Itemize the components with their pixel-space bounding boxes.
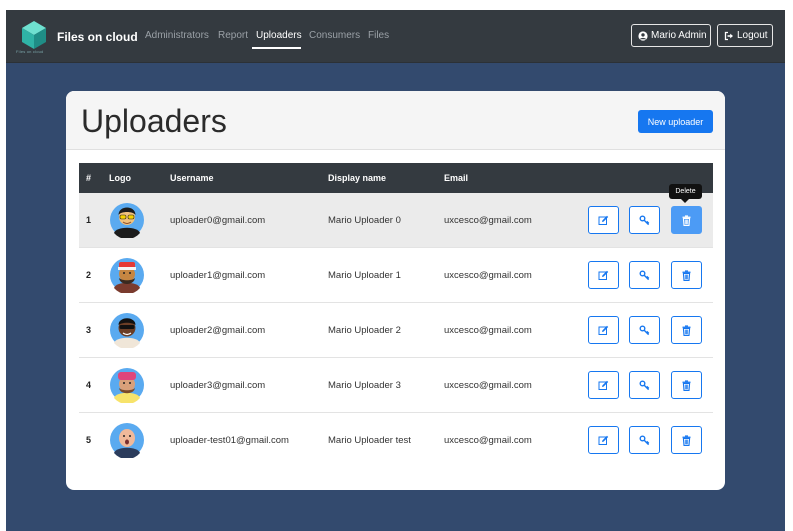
logo-caption: Files on cloud — [16, 49, 44, 54]
uploaders-card: Uploaders New uploader # Logo Username D… — [66, 91, 725, 490]
card-header: Uploaders New uploader — [66, 91, 725, 150]
avatar — [109, 422, 145, 458]
row-number: 2 — [86, 270, 92, 280]
edit-button[interactable] — [588, 426, 619, 454]
key-icon — [639, 380, 650, 391]
table-row: 5 uploader-test01@gmail.com Mario Upload… — [79, 413, 713, 468]
logout-button[interactable]: Logout — [717, 24, 773, 47]
display-name-cell: Mario Uploader test — [328, 435, 411, 446]
nav-link-consumers[interactable]: Consumers — [309, 30, 360, 41]
reset-password-button[interactable] — [629, 316, 660, 344]
delete-button[interactable] — [671, 426, 702, 454]
display-name-cell: Mario Uploader 1 — [328, 270, 401, 281]
column-header-number: # — [86, 173, 92, 183]
delete-button[interactable] — [671, 206, 702, 234]
nav-link-uploaders[interactable]: Uploaders — [256, 30, 302, 41]
nav-link-administrators[interactable]: Administrators — [145, 30, 209, 41]
display-name-cell: Mario Uploader 2 — [328, 325, 401, 336]
trash-icon — [681, 324, 692, 336]
reset-password-button[interactable] — [629, 371, 660, 399]
new-uploader-button[interactable]: New uploader — [638, 110, 713, 133]
column-header-logo: Logo — [109, 173, 131, 183]
nav-link-report[interactable]: Report — [218, 30, 248, 41]
edit-icon — [598, 270, 609, 281]
table-row: 3 uploader2@gmail.com Mario Uploader 2 u… — [79, 303, 713, 358]
reset-password-button[interactable] — [629, 261, 660, 289]
trash-icon — [681, 214, 692, 226]
page-title: Uploaders — [81, 103, 227, 139]
key-icon — [639, 325, 650, 336]
edit-icon — [598, 380, 609, 391]
key-icon — [639, 435, 650, 446]
delete-button[interactable] — [671, 261, 702, 289]
tooltip-arrow — [681, 199, 689, 203]
table-row: 4 uploader3@gmail.com Mario Uploader 3 u… — [79, 358, 713, 413]
delete-tooltip: Delete — [669, 184, 702, 199]
reset-password-button[interactable] — [629, 426, 660, 454]
row-number: 4 — [86, 380, 92, 390]
username-cell: uploader1@gmail.com — [170, 270, 266, 281]
delete-button[interactable] — [671, 316, 702, 344]
logout-icon — [724, 31, 734, 41]
avatar — [109, 202, 145, 238]
app-frame: Files on cloud Files on cloud Administra… — [6, 10, 785, 531]
logout-label: Logout — [737, 30, 768, 41]
email-cell: uxcesco@gmail.com — [444, 325, 532, 336]
edit-icon — [598, 325, 609, 336]
edit-button[interactable] — [588, 316, 619, 344]
username-cell: uploader2@gmail.com — [170, 325, 266, 336]
display-name-cell: Mario Uploader 3 — [328, 380, 401, 391]
key-icon — [639, 270, 650, 281]
edit-button[interactable] — [588, 371, 619, 399]
avatar — [109, 367, 145, 403]
key-icon — [639, 215, 650, 226]
avatar — [109, 257, 145, 293]
user-circle-icon — [638, 30, 648, 41]
table-row: 2 uploader1@gmail.com Mario Uploader 1 u… — [79, 248, 713, 303]
reset-password-button[interactable] — [629, 206, 660, 234]
user-menu-button[interactable]: Mario Admin — [631, 24, 711, 47]
row-number: 5 — [86, 435, 92, 445]
delete-button[interactable] — [671, 371, 702, 399]
user-name-label: Mario Admin — [651, 30, 707, 41]
trash-icon — [681, 379, 692, 391]
edit-button[interactable] — [588, 206, 619, 234]
display-name-cell: Mario Uploader 0 — [328, 215, 401, 226]
username-cell: uploader3@gmail.com — [170, 380, 266, 391]
email-cell: uxcesco@gmail.com — [444, 435, 532, 446]
email-cell: uxcesco@gmail.com — [444, 270, 532, 281]
active-nav-underline — [252, 47, 301, 49]
nav-link-files[interactable]: Files — [368, 30, 389, 41]
column-header-username: Username — [170, 173, 214, 183]
table-row: 1 uploader0@gmail.com Mario Uploader 0 u… — [79, 193, 713, 248]
email-cell: uxcesco@gmail.com — [444, 380, 532, 391]
email-cell: uxcesco@gmail.com — [444, 215, 532, 226]
trash-icon — [681, 269, 692, 281]
edit-icon — [598, 215, 609, 226]
brand-name[interactable]: Files on cloud — [57, 30, 138, 44]
edit-icon — [598, 435, 609, 446]
table-header: # Logo Username Display name Email — [79, 163, 713, 193]
top-navbar: Files on cloud Files on cloud Administra… — [6, 10, 785, 63]
column-header-display-name: Display name — [328, 173, 387, 183]
row-number: 3 — [86, 325, 92, 335]
edit-button[interactable] — [588, 261, 619, 289]
row-number: 1 — [86, 215, 92, 225]
trash-icon — [681, 434, 692, 446]
avatar — [109, 312, 145, 348]
column-header-email: Email — [444, 173, 469, 183]
username-cell: uploader-test01@gmail.com — [170, 435, 289, 446]
username-cell: uploader0@gmail.com — [170, 215, 266, 226]
